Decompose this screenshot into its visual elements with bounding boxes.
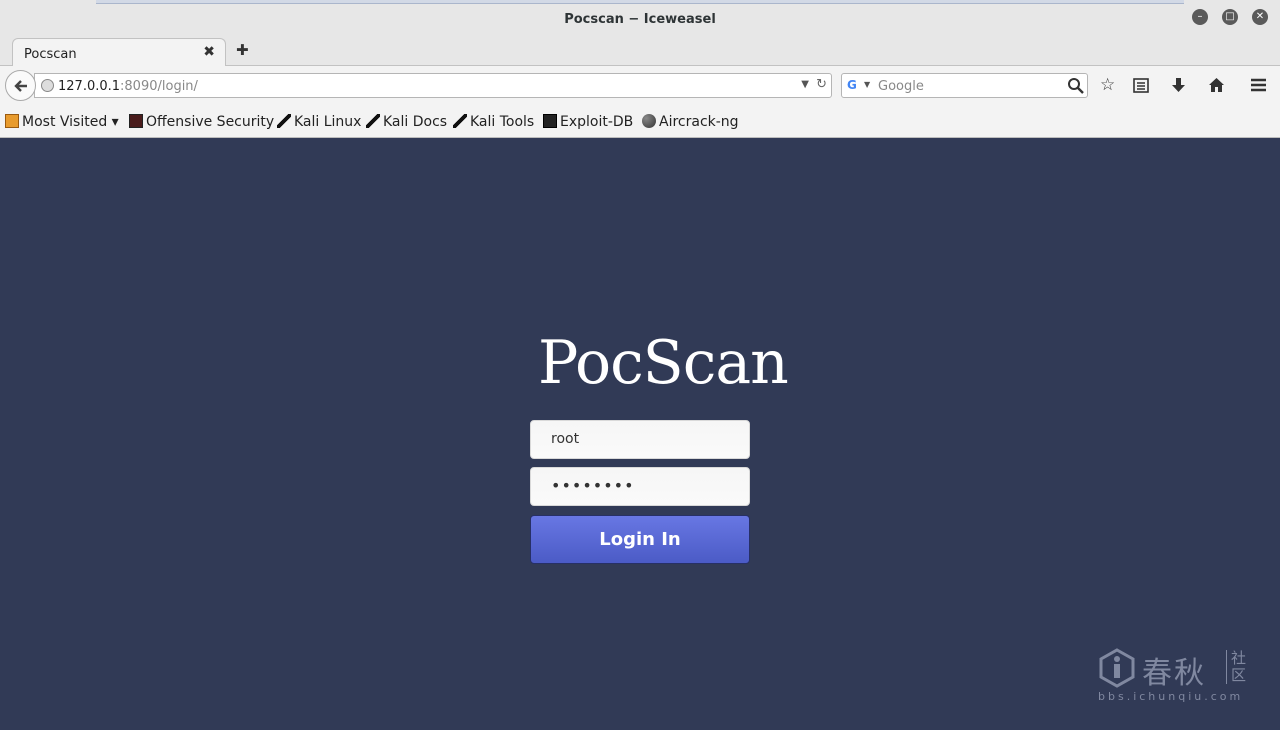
search-bar[interactable]: G ▼ Google [841,73,1088,98]
exploitdb-icon [543,114,557,128]
username-value: root [551,431,580,447]
bookmark-most-visited[interactable]: Most Visited ▾ [5,114,119,130]
minimize-icon[interactable]: – [1192,9,1208,25]
username-field[interactable]: root [530,420,750,459]
navigation-bar: 127.0.0.1:8090/login/ ▼ ↻ G ▼ Google ☆ [0,66,1280,106]
search-engine-dropdown-icon[interactable]: ▼ [864,80,870,89]
home-icon[interactable] [1208,77,1225,93]
page-content: PocScan root •••••••• Login In 春秋 社区 bbs… [0,138,1280,730]
google-icon: G [847,78,857,92]
watermark-name: 春秋 [1142,656,1206,691]
url-history-dropdown-icon[interactable]: ▼ [801,79,809,90]
new-tab-icon[interactable]: ✚ [236,41,249,59]
watermark: 春秋 社区 bbs.ichunqiu.com [1098,648,1258,708]
browser-chrome: Pocscan − Iceweasel – □ ✕ Pocscan ✖ ✚ 12… [0,0,1280,138]
search-input[interactable]: Google [878,79,924,94]
tab-title: Pocscan [24,47,77,62]
aircrack-icon [642,114,656,128]
password-value: •••••••• [551,476,635,495]
ichunqiu-logo-icon [1099,648,1135,688]
back-arrow-icon [14,80,27,92]
maximize-icon[interactable]: □ [1222,9,1238,25]
kali-icon [277,114,291,128]
tab-pocscan[interactable]: Pocscan ✖ [12,38,226,67]
title-bar: Pocscan − Iceweasel – □ ✕ [0,4,1280,34]
kali-icon [366,114,380,128]
tab-bar: Pocscan ✖ ✚ [0,34,1280,67]
bookmark-kali-linux[interactable]: Kali Linux [277,114,361,130]
bookmark-star-icon[interactable]: ☆ [1100,76,1115,94]
download-icon[interactable] [1171,77,1186,94]
reading-list-icon[interactable] [1133,78,1149,93]
bookmark-kali-docs[interactable]: Kali Docs [366,114,447,130]
close-window-icon[interactable]: ✕ [1252,9,1268,25]
url-text[interactable]: 127.0.0.1:8090/login/ [58,79,198,94]
back-button[interactable] [5,70,36,101]
search-icon[interactable] [1067,77,1085,95]
pocscan-logo: PocScan [538,328,789,398]
watermark-side: 社区 [1226,650,1246,684]
bookmark-exploit-db[interactable]: Exploit-DB [543,114,633,130]
watermark-url: bbs.ichunqiu.com [1098,690,1244,703]
bookmark-kali-tools[interactable]: Kali Tools [453,114,534,130]
offsec-icon [129,114,143,128]
login-button[interactable]: Login In [530,515,750,564]
kali-icon [453,114,467,128]
reload-icon[interactable]: ↻ [816,77,827,92]
password-field[interactable]: •••••••• [530,467,750,506]
menu-icon[interactable] [1250,78,1267,92]
window-title: Pocscan − Iceweasel [564,12,716,27]
close-tab-icon[interactable]: ✖ [203,44,215,60]
url-bar[interactable]: 127.0.0.1:8090/login/ ▼ ↻ [34,73,832,98]
globe-icon [41,79,54,92]
folder-icon [5,114,19,128]
bookmarks-toolbar: Most Visited ▾ Offensive Security Kali L… [0,106,1280,138]
bookmark-aircrack-ng[interactable]: Aircrack-ng [642,114,739,130]
bookmark-offensive-security[interactable]: Offensive Security [129,114,274,130]
